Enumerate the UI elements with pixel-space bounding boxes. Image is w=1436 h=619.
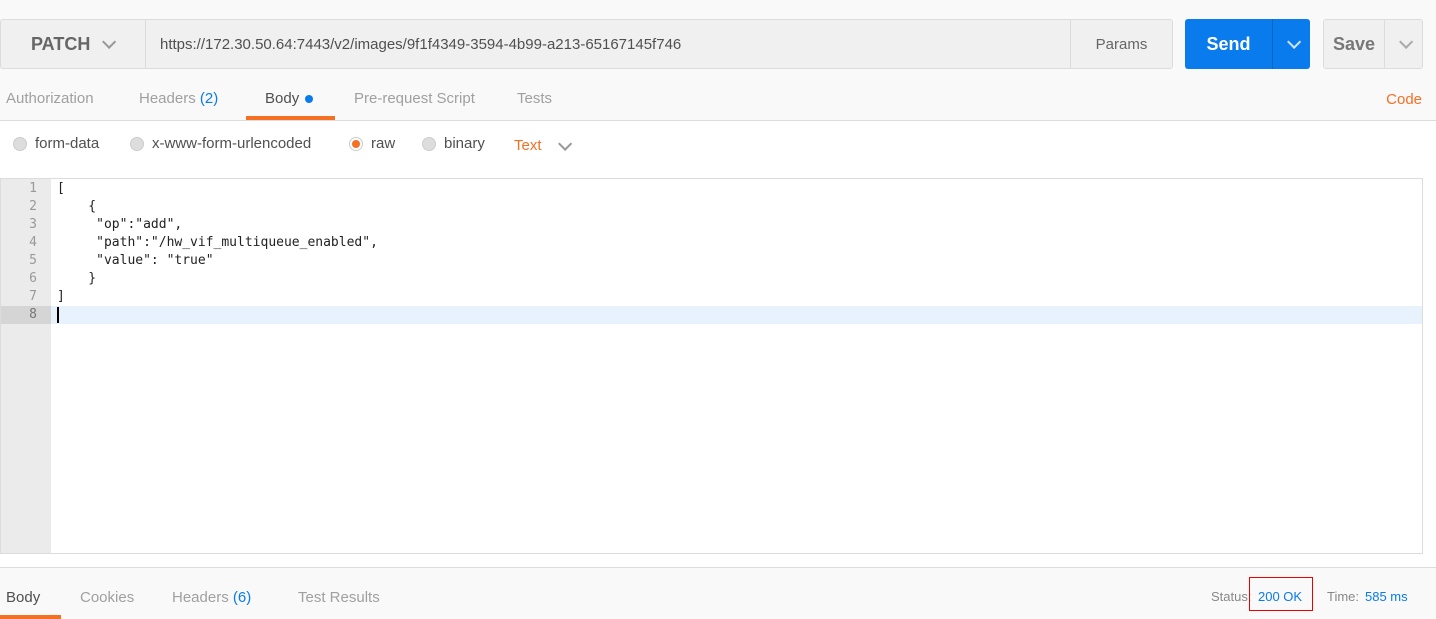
line-number: 6 (29, 271, 37, 286)
method-select[interactable]: PATCH (0, 19, 146, 69)
code-line[interactable]: 4 "path":"/hw_vif_multiqueue_enabled", (1, 234, 1422, 252)
response-tab-headers[interactable]: Headers (6) (172, 589, 251, 606)
status-label: Status: (1211, 589, 1252, 604)
line-number: 3 (29, 217, 37, 232)
tab-label: Body (265, 90, 300, 107)
line-text: } (57, 271, 97, 286)
radio-binary[interactable]: binary (422, 135, 485, 152)
code-line[interactable]: 1[ (1, 180, 1422, 198)
line-number: 1 (29, 181, 37, 196)
raw-type-select[interactable]: Text (514, 136, 572, 154)
method-label: PATCH (31, 33, 91, 54)
radio-x-www-form-urlencoded[interactable]: x-www-form-urlencoded (130, 135, 311, 152)
code-line[interactable]: 8 (1, 306, 1422, 324)
radio-label: raw (371, 135, 396, 152)
text-cursor (57, 307, 59, 323)
request-header: PATCH https://172.30.50.64:7443/v2/image… (0, 0, 1436, 121)
line-text: [ (57, 181, 65, 196)
line-text: "op":"add", (57, 217, 183, 232)
radio-icon (13, 136, 27, 151)
raw-type-label: Text (514, 137, 542, 154)
line-text: "path":"/hw_vif_multiqueue_enabled", (57, 235, 378, 250)
radio-raw[interactable]: raw (349, 135, 395, 152)
save-dropdown-button[interactable] (1385, 20, 1422, 68)
tab-tests[interactable]: Tests (517, 90, 552, 107)
url-text: https://172.30.50.64:7443/v2/images/9f1f… (160, 35, 682, 53)
radio-selected-icon (349, 136, 363, 151)
code-line[interactable]: 6 } (1, 270, 1422, 288)
line-text: { (57, 199, 97, 214)
code-line[interactable]: 5 "value": "true" (1, 252, 1422, 270)
response-tab-test-results[interactable]: Test Results (298, 589, 380, 606)
response-tab-cookies[interactable]: Cookies (80, 589, 134, 606)
status-highlight-box (1249, 577, 1313, 611)
radio-label: x-www-form-urlencoded (152, 135, 312, 152)
tab-headers[interactable]: Headers (2) (139, 90, 218, 107)
line-number: 2 (29, 199, 37, 214)
response-tab-body[interactable]: Body (6, 589, 40, 606)
tab-authorization[interactable]: Authorization (6, 90, 94, 107)
line-text: ] (57, 289, 65, 304)
chevron-down-icon (557, 136, 572, 151)
tab-pre-request-script[interactable]: Pre-request Script (354, 90, 475, 107)
save-button[interactable]: Save (1324, 20, 1385, 68)
body-editor[interactable]: 1[2 {3 "op":"add", 4 "path":"/hw_vif_mult… (0, 178, 1423, 554)
send-button[interactable]: Send (1185, 19, 1273, 69)
code-line[interactable]: 3 "op":"add", (1, 216, 1422, 234)
code-line[interactable]: 7] (1, 288, 1422, 306)
line-number: 8 (1, 306, 51, 324)
chevron-down-icon (102, 34, 117, 49)
response-bar: Body Cookies Headers (6) Test Results St… (0, 567, 1436, 619)
active-response-tab-indicator (0, 615, 61, 619)
radio-form-data[interactable]: form-data (13, 135, 99, 152)
tab-label: Headers (172, 589, 229, 606)
modified-dot-icon (305, 95, 314, 104)
radio-icon (130, 136, 144, 151)
chevron-down-icon (1398, 34, 1413, 49)
time-label: Time: (1327, 589, 1360, 604)
time-value: 585 ms (1365, 589, 1408, 604)
line-number: 7 (29, 289, 37, 304)
chevron-down-icon (1286, 34, 1301, 49)
tab-body[interactable]: Body (265, 90, 314, 107)
save-button-group: Save (1323, 19, 1423, 69)
url-input[interactable]: https://172.30.50.64:7443/v2/images/9f1f… (145, 19, 1071, 69)
headers-count: (6) (232, 589, 252, 606)
tab-label: Headers (139, 90, 196, 107)
headers-count: (2) (199, 90, 219, 107)
radio-label: form-data (35, 135, 100, 152)
send-dropdown-button[interactable] (1273, 19, 1310, 69)
active-tab-indicator (246, 116, 335, 120)
send-button-group: Send (1185, 19, 1310, 69)
line-number: 4 (29, 235, 37, 250)
code-link[interactable]: Code (1386, 91, 1422, 108)
radio-label: binary (444, 135, 485, 152)
radio-icon (422, 136, 436, 151)
line-text: "value": "true" (57, 253, 214, 268)
params-button[interactable]: Params (1070, 19, 1173, 69)
line-number: 5 (29, 253, 37, 268)
code-line[interactable]: 2 { (1, 198, 1422, 216)
